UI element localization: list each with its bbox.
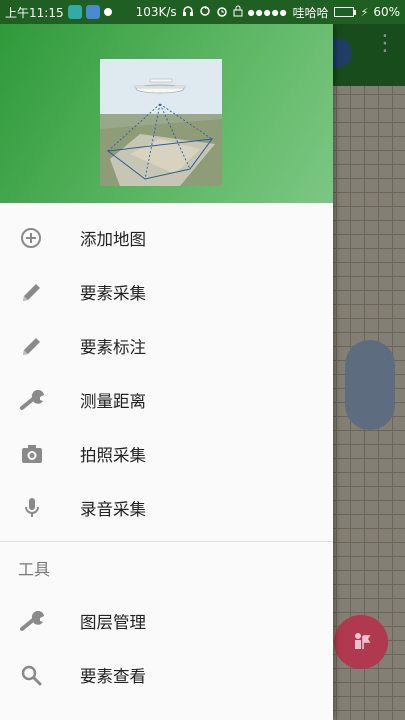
menu-item-feature-collect[interactable]: 要素采集	[0, 265, 333, 319]
carrier-name: 哇哈哈	[292, 5, 329, 20]
microphone-icon	[0, 481, 80, 535]
menu-item-label: 测量距离	[80, 392, 146, 411]
sync-icon	[199, 5, 211, 20]
add-circle-icon	[0, 211, 80, 265]
pencil-icon	[0, 319, 80, 373]
navigation-drawer: 添加地图 要素采集 要素标注 测量距离 拍照采集 录音采集 工具 图层管理 要素…	[0, 24, 333, 720]
person-flag-icon	[355, 633, 371, 649]
status-time: 上午11:15	[5, 5, 64, 20]
menu-item-label: 要素标注	[80, 338, 146, 357]
fab-button[interactable]	[334, 615, 388, 669]
battery-icon	[333, 7, 356, 17]
pencil-icon	[0, 265, 80, 319]
menu-item-feature-annotate[interactable]: 要素标注	[0, 319, 333, 373]
wrench-icon	[0, 594, 80, 648]
menu-item-measure-distance[interactable]: 测量距离	[0, 373, 333, 427]
alarm-icon	[216, 5, 228, 20]
battery-percent: 60%	[373, 5, 400, 19]
header-image-drone-survey	[100, 59, 222, 186]
wifi-app-icon	[85, 5, 100, 19]
menu-item-label: 添加地图	[80, 230, 146, 249]
camera-icon	[0, 427, 80, 481]
lock-icon	[233, 5, 243, 20]
menu-item-label: 录音采集	[80, 500, 146, 519]
menu-item-audio-collect[interactable]: 录音采集	[0, 481, 333, 535]
wrench-icon	[0, 373, 80, 427]
menu-item-label: 要素查看	[80, 667, 146, 686]
menu-item-feature-view[interactable]: 要素查看	[0, 648, 333, 702]
menu-item-label: 拍照采集	[80, 446, 146, 465]
menu-item-layer-management[interactable]: 图层管理	[0, 594, 333, 648]
menu-item-photo-collect[interactable]: 拍照采集	[0, 427, 333, 481]
menu-item-label: 图层管理	[80, 613, 146, 632]
menu-item-label: 要素采集	[80, 284, 146, 303]
headphone-icon	[182, 5, 194, 20]
dot-icon	[103, 8, 112, 16]
network-speed: 103K/s	[135, 5, 177, 19]
app-notification-icon	[67, 5, 82, 19]
search-icon	[0, 648, 80, 702]
charging-icon: ⚡	[360, 5, 369, 19]
drawer-header	[0, 24, 333, 203]
menu-item-add-map[interactable]: 添加地图	[0, 211, 333, 265]
status-bar: 上午11:15 103K/s ●●●●● 哇哈哈 ⚡ 60%	[0, 0, 405, 24]
drawer-menu: 添加地图 要素采集 要素标注 测量距离 拍照采集 录音采集 工具 图层管理 要素…	[0, 203, 333, 702]
signal-icon: ●●●●●	[247, 7, 288, 17]
tools-section-title: 工具	[18, 560, 51, 579]
